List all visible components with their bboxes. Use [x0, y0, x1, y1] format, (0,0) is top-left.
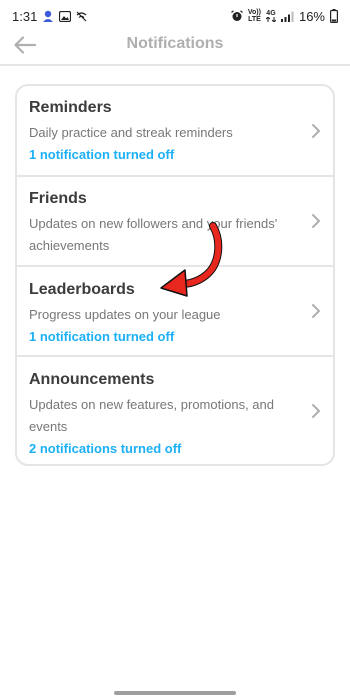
row-title: Announcements	[29, 371, 155, 388]
page-title: Notifications	[126, 35, 224, 52]
chevron-right-icon	[312, 123, 320, 138]
volte-label: Vo))	[247, 9, 261, 16]
network-4g-label: 4G	[266, 10, 276, 17]
header-divider	[0, 64, 350, 66]
row-status: 2 notifications turned off	[29, 441, 182, 456]
row-status: 1 notification turned off	[29, 147, 175, 162]
status-right: Vo)) LTE 4G 16%	[230, 8, 338, 24]
row-description: Progress updates on your league	[29, 307, 221, 322]
battery-icon	[330, 9, 338, 23]
row-description: Updates on new followers and your friend…	[29, 216, 278, 253]
row-description: Daily practice and streak reminders	[29, 125, 233, 140]
settings-row-leaderboards[interactable]: Leaderboards Progress updates on your le…	[17, 265, 333, 355]
row-status: 1 notification turned off	[29, 329, 175, 344]
assistant-notification-icon	[42, 10, 54, 23]
volte-icon: Vo)) LTE	[248, 9, 261, 23]
row-title: Reminders	[29, 99, 112, 116]
chevron-right-icon	[312, 304, 320, 318]
status-left: 1:31	[12, 9, 87, 24]
chevron-right-icon	[312, 403, 320, 418]
battery-percent: 16%	[298, 8, 325, 24]
signal-icon	[280, 11, 294, 22]
settings-row-reminders[interactable]: Reminders Daily practice and streak remi…	[17, 86, 333, 175]
gesture-nav-handle[interactable]	[114, 691, 236, 695]
gallery-notification-icon	[59, 10, 72, 22]
status-time: 1:31	[12, 8, 38, 24]
network-4g-icon: 4G	[265, 10, 276, 22]
row-title: Friends	[29, 190, 87, 207]
app-header: Notifications	[0, 32, 350, 64]
settings-row-announcements[interactable]: Announcements Updates on new features, p…	[17, 355, 333, 464]
settings-row-friends[interactable]: Friends Updates on new followers and you…	[17, 175, 333, 265]
alarm-icon	[230, 10, 243, 22]
chevron-right-icon	[312, 214, 320, 228]
row-description: Updates on new features, promotions, and…	[29, 397, 274, 434]
row-title: Leaderboards	[29, 281, 135, 298]
wifi-calling-off-icon	[76, 11, 87, 22]
notification-settings-list: Reminders Daily practice and streak remi…	[15, 84, 335, 466]
status-bar: 1:31 Vo)) LTE 4G 16%	[0, 0, 350, 32]
lte-label: LTE	[248, 16, 261, 23]
